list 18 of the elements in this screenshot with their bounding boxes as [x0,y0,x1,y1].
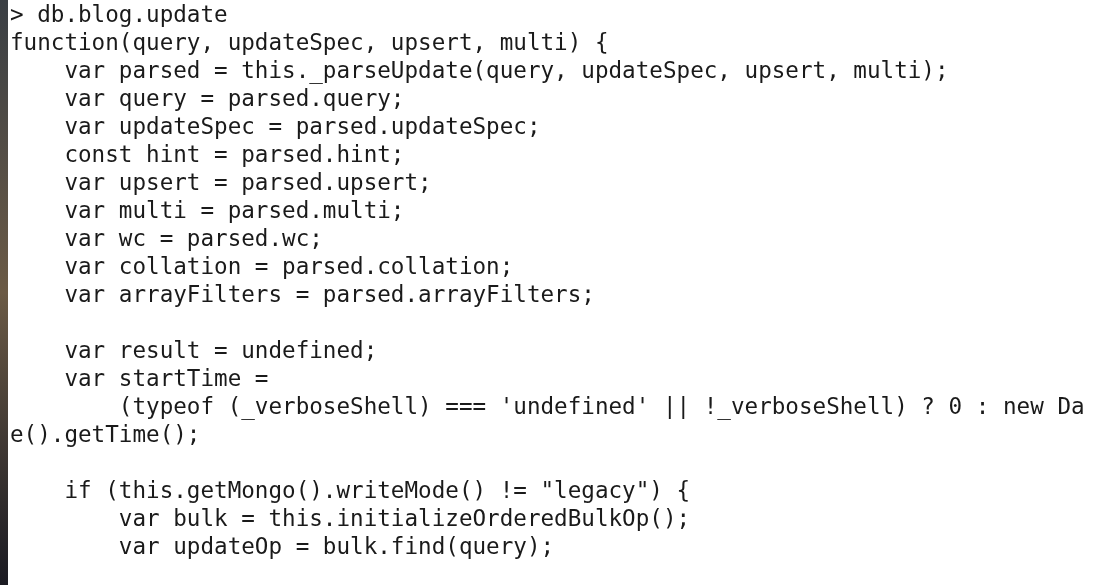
code-line: var bulk = this.initializeOrderedBulkOp(); [117,504,691,532]
code-line: var upsert = parsed.upsert; [63,168,432,196]
code-line: var multi = parsed.multi; [63,196,405,224]
code-line: if (this.getMongo().writeMode() != "legacy") { [63,476,691,504]
code-line: var query = parsed.query; [63,84,405,112]
code-line: e().getTime(); [10,420,201,448]
code-line: var collation = parsed.collation; [63,252,514,280]
code-line: const hint = parsed.hint; [63,140,405,168]
code-line: var arrayFilters = parsed.arrayFilters; [63,280,595,308]
code-line: var updateSpec = parsed.updateSpec; [63,112,541,140]
code-line: function(query, updateSpec, upsert, multi) { [10,28,609,56]
code-line: var wc = parsed.wc; [63,224,323,252]
code-line: var updateOp = bulk.find(query); [117,532,555,560]
code-line: var result = undefined; [63,336,378,364]
code-line: var parsed = this._parseUpdate(query, updateSpec, upsert, multi); [63,56,949,84]
code-line: > db.blog.update [10,0,228,28]
code-line: (typeof (_verboseShell) === 'undefined' || !_verboseShell) ? 0 : new Da [117,392,1085,420]
code-line: var startTime = [63,364,269,392]
